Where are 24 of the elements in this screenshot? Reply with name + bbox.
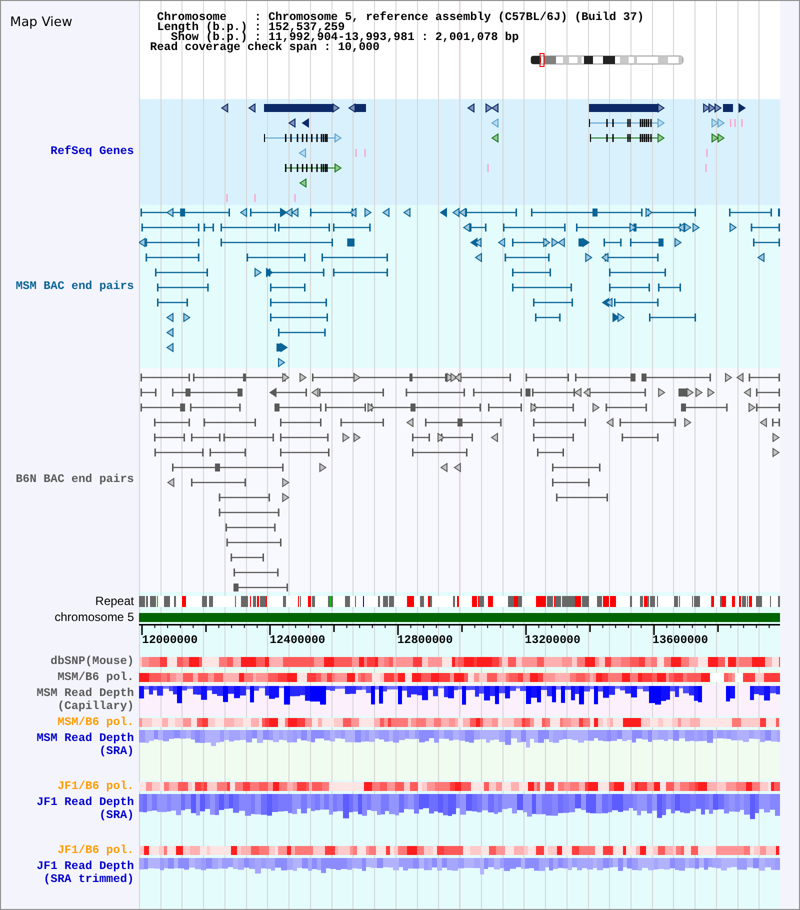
track-label: Repeat <box>95 593 134 610</box>
track-label: MSM/B6 pol. <box>57 670 134 684</box>
track-label: JF1/B6 pol. <box>57 780 134 793</box>
track-label: MSM BAC end pairs <box>16 278 134 295</box>
info-line: Length (b.p.) : 152,537,259 <box>157 23 345 33</box>
track-label: MSM Read Depth (Capillary) <box>36 687 134 713</box>
axis-label: 12000000 <box>142 635 198 646</box>
track-label: MSM Read Depth (SRA) <box>36 732 134 758</box>
track-label: chromosome 5 <box>54 609 134 626</box>
track-label: B6N BAC end pairs <box>16 472 134 488</box>
track-label: JF1 Read Depth (SRA trimmed) <box>36 860 134 886</box>
axis-label: 13600000 <box>652 635 708 646</box>
track-label: JF1/B6 pol. <box>57 844 134 857</box>
info-line: Show (b.p.) : 11,992,904-13,993,981 : 2,001,078 bp <box>170 33 519 43</box>
track-label: JF1 Read Depth (SRA) <box>36 796 134 822</box>
page-title: Map View <box>10 15 72 30</box>
track-label: MSM/B6 pol. <box>57 716 134 729</box>
info-line: Chromosome : Chromosome 5, reference assembly (C57BL/6J) (Build 37) <box>157 13 644 23</box>
axis-label: 12400000 <box>270 635 326 646</box>
axis-label: 12800000 <box>397 635 453 646</box>
track-label: dbSNP(Mouse) <box>50 654 134 668</box>
track-label: RefSeq Genes <box>50 144 134 160</box>
coverage-span-info: Read coverage check span : 10,000 <box>150 43 380 53</box>
axis-label: 13200000 <box>524 635 580 646</box>
